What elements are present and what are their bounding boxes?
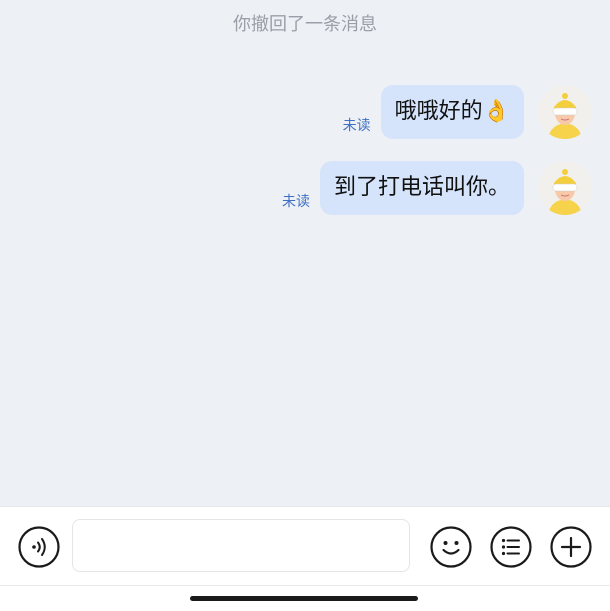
list-button[interactable] bbox=[490, 526, 532, 568]
emoji-icon bbox=[430, 526, 472, 568]
message-bubble[interactable]: 到了打电话叫你。 bbox=[319, 161, 524, 215]
input-toolbar bbox=[0, 506, 610, 611]
avatar[interactable] bbox=[538, 161, 592, 215]
voice-icon bbox=[18, 526, 60, 568]
emoji-button[interactable] bbox=[430, 526, 472, 568]
plus-icon bbox=[550, 526, 592, 568]
unread-status: 未读 bbox=[281, 194, 310, 210]
divider bbox=[0, 585, 610, 586]
message-bubble[interactable]: 哦哦好的👌 bbox=[380, 85, 524, 139]
more-button[interactable] bbox=[550, 526, 592, 568]
chat-area: 你撤回了一条消息 未读 哦哦好的👌 未读 到了打电话叫你。 bbox=[0, 0, 610, 506]
list-icon bbox=[490, 526, 532, 568]
unread-status: 未读 bbox=[342, 118, 371, 134]
home-indicator[interactable] bbox=[190, 596, 418, 601]
recall-notice: 你撤回了一条消息 bbox=[233, 14, 377, 35]
avatar-image bbox=[538, 85, 592, 139]
message-row: 未读 到了打电话叫你。 bbox=[282, 161, 592, 215]
message-input[interactable] bbox=[72, 519, 410, 572]
voice-button[interactable] bbox=[18, 526, 60, 568]
avatar[interactable] bbox=[538, 85, 592, 139]
avatar-image bbox=[538, 161, 592, 215]
message-row: 未读 哦哦好的👌 bbox=[343, 85, 592, 139]
